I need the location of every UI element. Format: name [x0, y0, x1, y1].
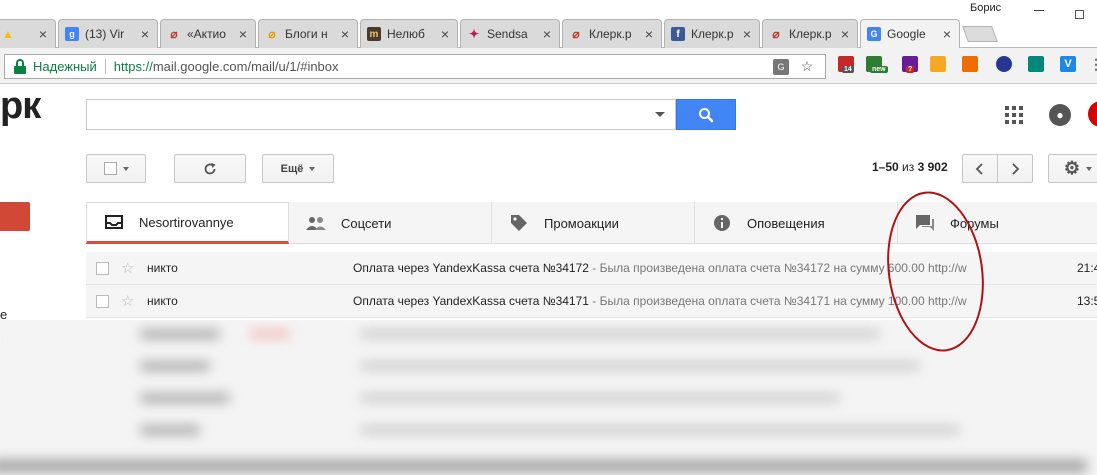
- bookmark-star-icon[interactable]: ☆: [799, 58, 815, 75]
- paperclip-icon: ⌀: [268, 27, 276, 41]
- search-input[interactable]: [86, 99, 676, 130]
- close-tab-icon[interactable]: ×: [37, 26, 49, 42]
- tabs-row: ▲ × g (13) Vir × ⌀ «Актио × ⌀ Блоги н × …: [0, 19, 1097, 48]
- monitor-ext-icon[interactable]: new: [866, 56, 888, 73]
- browser-tab-6[interactable]: ⌀ Клерк.р ×: [562, 19, 662, 48]
- star-icon[interactable]: ☆: [121, 259, 137, 277]
- close-tab-icon[interactable]: ×: [643, 26, 655, 42]
- secure-label[interactable]: Надежный: [33, 59, 97, 74]
- browser-tab-2[interactable]: ⌀ «Актио ×: [160, 19, 256, 48]
- select-checkbox-icon: [103, 162, 117, 175]
- notes-ext-icon[interactable]: [930, 56, 946, 72]
- gear-icon: ⚙: [1063, 158, 1081, 178]
- refresh-icon: [204, 162, 216, 174]
- title-bar: [0, 0, 1097, 18]
- paperclip-icon: ⌀: [170, 27, 178, 41]
- message-subject: Оплата через YandexKassa счета №34172: [353, 261, 589, 275]
- close-tab-icon[interactable]: ×: [541, 26, 553, 42]
- settings-button[interactable]: ⚙: [1048, 154, 1097, 183]
- puzzle-ext-icon[interactable]: ?: [902, 56, 918, 73]
- tab-promotions[interactable]: Промоакции: [492, 202, 695, 244]
- people-icon: [305, 214, 327, 232]
- maximize-icon[interactable]: [1075, 10, 1084, 19]
- chart-ext-icon[interactable]: [962, 56, 978, 72]
- browser-tab-7[interactable]: f Клерк.р ×: [664, 19, 760, 48]
- grid-ext-icon[interactable]: [1028, 56, 1044, 72]
- browser-tab-9[interactable]: G Google ×: [860, 19, 960, 48]
- newer-page-button[interactable]: [962, 154, 998, 183]
- select-all-button[interactable]: [86, 154, 146, 183]
- lock-icon[interactable]: [13, 58, 27, 75]
- close-tab-icon[interactable]: ×: [139, 26, 151, 42]
- google-icon: G: [867, 27, 881, 41]
- compose-button[interactable]: [0, 202, 30, 231]
- drive-icon: ▲: [2, 27, 14, 41]
- inbox-icon: [103, 213, 125, 231]
- browser-tab-1[interactable]: g (13) Vir ×: [58, 19, 158, 48]
- tag-icon: [508, 214, 530, 232]
- row-checkbox[interactable]: [96, 261, 109, 275]
- facebook-icon: f: [671, 27, 685, 41]
- v-ext-icon[interactable]: V: [1060, 56, 1076, 72]
- new-tab-button[interactable]: [962, 26, 998, 42]
- close-tab-icon[interactable]: ×: [439, 26, 451, 42]
- message-subject: Оплата через YandexKassa счета №34171: [353, 294, 589, 308]
- star-icon[interactable]: ☆: [121, 292, 137, 310]
- avatar[interactable]: [1088, 101, 1097, 127]
- search-options-caret-icon[interactable]: [655, 112, 665, 117]
- m-logo-icon: m: [367, 27, 381, 41]
- site-logo[interactable]: рк: [0, 84, 41, 128]
- tab-primary[interactable]: Nesortirovannye: [86, 202, 289, 244]
- paperclip-icon: ⌀: [772, 27, 780, 41]
- dots-ext-icon[interactable]: ⋮: [1088, 56, 1097, 72]
- translate-icon[interactable]: G: [773, 58, 789, 75]
- close-tab-icon[interactable]: ×: [941, 26, 953, 42]
- info-icon: [711, 214, 733, 232]
- browser-tab-3[interactable]: ⌀ Блоги н ×: [258, 19, 358, 48]
- browser-tab-4[interactable]: m Нелюб ×: [360, 19, 458, 48]
- close-tab-icon[interactable]: ×: [839, 26, 851, 42]
- pager-range: 1–50 из 3 902: [872, 160, 948, 174]
- select-caret-icon: [122, 166, 129, 171]
- refresh-button[interactable]: [174, 154, 246, 183]
- chevron-right-icon: [1012, 162, 1020, 175]
- message-sender: никто: [147, 294, 178, 308]
- search-button[interactable]: [676, 99, 736, 130]
- sendsay-icon: ✦: [468, 27, 480, 41]
- tab-social[interactable]: Соцсети: [289, 202, 492, 244]
- message-time: 13:55: [1076, 294, 1097, 308]
- row-checkbox[interactable]: [96, 294, 109, 308]
- address-bar[interactable]: Надежный https://mail.google.com/mail/u/…: [4, 54, 826, 79]
- older-page-button[interactable]: [997, 154, 1033, 183]
- browser-tab-0[interactable]: ▲ ×: [0, 19, 56, 48]
- apps-grid-icon[interactable]: [1005, 106, 1023, 124]
- address-separator: [104, 59, 106, 74]
- url-text[interactable]: https://mail.google.com/mail/u/1/#inbox: [114, 59, 773, 74]
- close-tab-icon[interactable]: ×: [339, 26, 351, 42]
- close-tab-icon[interactable]: ×: [237, 26, 249, 42]
- paperclip-icon: ⌀: [572, 27, 580, 41]
- google-plus-icon: g: [65, 27, 79, 41]
- s-ext-icon[interactable]: [996, 56, 1012, 72]
- settings-caret-icon: [1086, 166, 1093, 171]
- notifications-bell-icon[interactable]: ●: [1049, 104, 1071, 126]
- window-user-name[interactable]: Борис: [970, 2, 1001, 14]
- calendar-ext-icon[interactable]: 14: [838, 56, 854, 73]
- browser-tabstrip: Борис ▲ × g (13) Vir × ⌀ «Актио × ⌀ Блог…: [0, 0, 1097, 48]
- browser-tab-8[interactable]: ⌀ Клерк.р ×: [762, 19, 858, 48]
- more-button[interactable]: Ещё: [262, 154, 334, 183]
- message-time: 21:49: [1076, 261, 1097, 275]
- close-tab-icon[interactable]: ×: [741, 26, 753, 42]
- chevron-left-icon: [975, 162, 983, 175]
- tab-updates[interactable]: Оповещения: [695, 202, 898, 244]
- search-icon: [699, 107, 714, 122]
- minimize-icon[interactable]: [1034, 10, 1044, 11]
- browser-tab-5[interactable]: ✦ Sendsa ×: [460, 19, 560, 48]
- more-caret-icon: [309, 166, 316, 171]
- message-sender: никто: [147, 261, 178, 275]
